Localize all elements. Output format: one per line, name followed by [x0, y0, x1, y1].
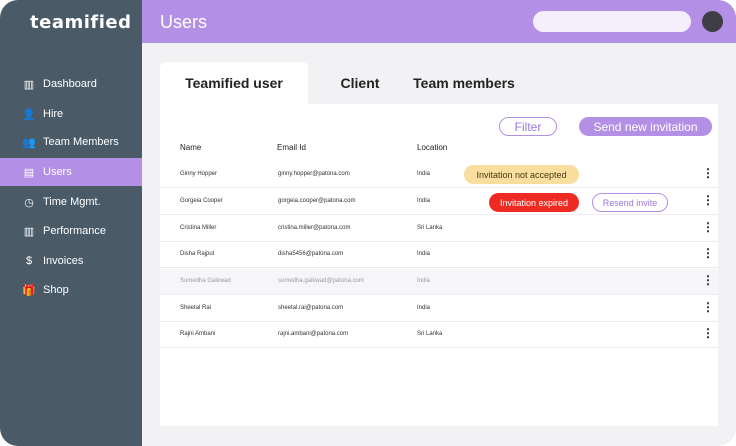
- bar-chart-icon: ▥: [23, 78, 35, 91]
- cell-email: cristina.miller@patona.com: [278, 225, 351, 231]
- sidebar-item-label: Team Members: [43, 136, 119, 148]
- avatar[interactable]: [702, 11, 723, 32]
- table-row[interactable]: Rajni Ambani rajni.ambani@patona.com Sri…: [160, 322, 718, 348]
- app-window: teamified ▥ Dashboard 👤 Hire 👥 Team Memb…: [0, 0, 736, 446]
- top-bar: Users: [142, 0, 736, 43]
- tab-team-members[interactable]: Team members: [402, 62, 526, 104]
- column-header-email: Email Id: [277, 143, 306, 152]
- page-title: Users: [160, 12, 208, 32]
- cell-location: India: [417, 251, 431, 257]
- clock-icon: ◷: [24, 196, 34, 209]
- sidebar-item-label: Shop: [43, 284, 69, 296]
- search-input[interactable]: [533, 11, 691, 32]
- cell-email: ginny.hopper@patona.com: [278, 171, 350, 177]
- sidebar-item-shop[interactable]: 🎁 Shop: [0, 276, 142, 304]
- cell-email: sumedha.gaikwad@patona.com: [278, 278, 364, 284]
- sidebar-item-team-members[interactable]: 👥 Team Members: [0, 128, 142, 156]
- cell-name: Cristina Miller: [180, 225, 217, 231]
- sidebar-item-label: Hire: [43, 108, 64, 120]
- cell-location: Sri Lanka: [417, 225, 443, 231]
- table-row[interactable]: Sumedha Gaikwad sumedha.gaikwad@patona.c…: [160, 269, 718, 295]
- more-options-icon[interactable]: ⋮: [702, 327, 714, 339]
- column-header-name: Name: [180, 143, 202, 152]
- table-row[interactable]: Gorgeia Cooper gorgeia.cooper@patona.com…: [160, 189, 718, 215]
- sidebar-item-label: Time Mgmt.: [43, 196, 101, 208]
- status-badge: Invitation expired: [489, 193, 579, 212]
- table-row[interactable]: Disha Rajput disha5456@patona.com India …: [160, 242, 718, 268]
- users-icon: 👥: [22, 136, 36, 149]
- sidebar-item-invoices[interactable]: $ Invoices: [0, 247, 142, 275]
- more-options-icon[interactable]: ⋮: [702, 247, 714, 259]
- more-options-icon[interactable]: ⋮: [702, 167, 714, 179]
- add-user-icon: 👤: [22, 108, 36, 121]
- tab-teamified-user[interactable]: Teamified user: [160, 62, 308, 104]
- gift-icon: 🎁: [22, 284, 36, 297]
- more-options-icon[interactable]: ⋮: [702, 221, 714, 233]
- sidebar-item-label: Performance: [43, 225, 106, 237]
- bar-chart-icon: ▥: [23, 225, 35, 238]
- tab-client[interactable]: Client: [318, 62, 402, 104]
- cell-email: gorgeia.cooper@patona.com: [278, 198, 356, 204]
- sidebar-item-label: Dashboard: [43, 78, 97, 90]
- cell-name: Gorgeia Cooper: [180, 198, 223, 204]
- filter-button[interactable]: Filter: [499, 117, 557, 136]
- cell-name: Sheetal Rai: [180, 305, 212, 311]
- sidebar-item-dashboard[interactable]: ▥ Dashboard: [0, 70, 142, 98]
- more-options-icon[interactable]: ⋮: [702, 301, 714, 313]
- user-card-icon: ▤: [23, 166, 35, 179]
- cell-location: India: [417, 305, 431, 311]
- cell-name: Sumedha Gaikwad: [180, 278, 231, 284]
- cell-email: sheetal.rai@patona.com: [278, 305, 344, 311]
- cell-name: Ginny Hopper: [180, 171, 218, 177]
- app-logo: teamified: [30, 12, 132, 33]
- cell-location: Sri Lanka: [417, 331, 443, 337]
- send-invitation-button[interactable]: Send new invitation: [579, 117, 712, 136]
- more-options-icon[interactable]: ⋮: [702, 194, 714, 206]
- sidebar-item-label: Invoices: [43, 255, 84, 267]
- cell-location: India: [417, 198, 431, 204]
- table-row[interactable]: Cristina Miller cristina.miller@patona.c…: [160, 216, 718, 242]
- cell-name: Disha Rajput: [180, 251, 215, 257]
- cell-location: India: [417, 278, 431, 284]
- cell-email: rajni.ambani@patona.com: [278, 331, 349, 337]
- sidebar-item-users[interactable]: ▤ Users: [0, 158, 142, 186]
- table-row[interactable]: Ginny Hopper ginny.hopper@patona.com Ind…: [160, 162, 718, 188]
- sidebar: teamified ▥ Dashboard 👤 Hire 👥 Team Memb…: [0, 0, 142, 446]
- sidebar-item-label: Users: [43, 166, 72, 178]
- sidebar-item-performance[interactable]: ▥ Performance: [0, 217, 142, 245]
- cell-email: disha5456@patona.com: [278, 251, 344, 257]
- sidebar-item-time-mgmt[interactable]: ◷ Time Mgmt.: [0, 188, 142, 216]
- column-header-location: Location: [417, 143, 448, 152]
- resend-invite-button[interactable]: Resend invite: [592, 193, 668, 212]
- dollar-icon: $: [25, 255, 33, 267]
- more-options-icon[interactable]: ⋮: [702, 274, 714, 286]
- cell-location: India: [417, 171, 431, 177]
- cell-name: Rajni Ambani: [180, 331, 216, 337]
- table-row[interactable]: Sheetal Rai sheetal.rai@patona.com India…: [160, 296, 718, 322]
- status-badge: Invitation not accepted: [464, 165, 579, 184]
- sidebar-item-hire[interactable]: 👤 Hire: [0, 100, 142, 128]
